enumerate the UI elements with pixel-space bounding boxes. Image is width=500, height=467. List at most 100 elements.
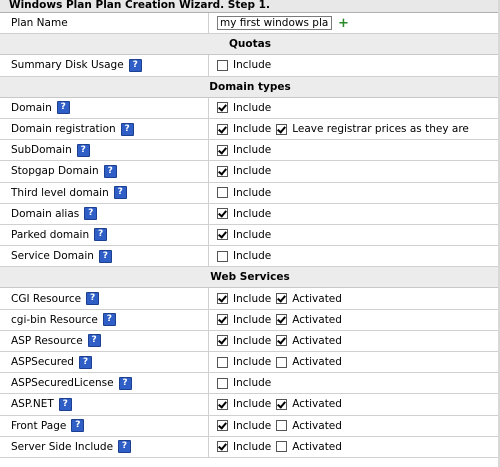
include-label: Include: [233, 165, 272, 178]
resource-label-cell: Domain?: [0, 97, 209, 118]
resource-value-cell: Include Leave registrar prices as they ar…: [209, 119, 500, 139]
include-label: Include: [233, 334, 272, 347]
include-checkbox[interactable]: [217, 356, 228, 368]
resource-label: Server Side Include: [11, 440, 114, 453]
include-checkbox[interactable]: [217, 187, 228, 199]
help-icon[interactable]: ?: [120, 122, 134, 136]
include-label: Include: [233, 228, 272, 241]
plus-icon[interactable]: +: [338, 16, 349, 31]
resource-value-cell: Include: [209, 55, 500, 75]
resource-label: cgi-bin Resource: [11, 313, 98, 326]
resource-row-server-side-include: Server Side Include? Include Activated: [0, 436, 500, 458]
include-label: Include: [233, 377, 272, 390]
plan-wizard: Windows Plan Plan Creation Wizard. Step …: [0, 0, 500, 467]
activated-label: Activated: [292, 356, 342, 369]
web-rows: CGI Resource? Include Activated cgi-bin Res…: [0, 288, 500, 458]
include-checkbox[interactable]: [217, 144, 228, 156]
help-icon[interactable]: ?: [128, 58, 142, 72]
resource-label: Domain: [11, 101, 52, 114]
resource-label-cell: Domain alias?: [0, 203, 209, 224]
section-quotas: Quotas: [0, 34, 500, 56]
help-icon[interactable]: ?: [86, 292, 100, 306]
include-checkbox[interactable]: [217, 335, 228, 347]
resource-label-cell: SubDomain?: [0, 140, 209, 161]
resource-row-subdomain: SubDomain? Include: [0, 140, 500, 162]
resource-label: ASPSecured: [11, 356, 74, 369]
leave-registrar-prices-label: Leave registrar prices as they are: [292, 123, 469, 136]
resource-label-cell: Summary Disk Usage?: [0, 55, 209, 76]
resource-label-cell: Parked domain?: [0, 224, 209, 246]
include-checkbox[interactable]: [217, 314, 228, 326]
include-checkbox[interactable]: [217, 420, 228, 432]
help-icon[interactable]: ?: [71, 419, 85, 433]
help-icon[interactable]: ?: [102, 313, 116, 327]
resource-label: ASP Resource: [11, 334, 83, 347]
resource-value-cell: Include Activated: [209, 416, 500, 436]
resource-label: Front Page: [11, 419, 67, 432]
resource-label: CGI Resource: [11, 292, 82, 305]
help-icon[interactable]: ?: [103, 164, 117, 178]
resource-label-cell: Third level domain?: [0, 182, 209, 203]
help-icon[interactable]: ?: [78, 355, 92, 369]
resource-label-cell: Domain registration?: [0, 118, 209, 140]
include-label: Include: [233, 313, 272, 326]
activated-label: Activated: [292, 292, 342, 305]
help-icon[interactable]: ?: [58, 397, 72, 411]
include-checkbox[interactable]: [217, 59, 228, 71]
help-icon[interactable]: ?: [84, 207, 98, 221]
section-web-services: Web Services: [0, 267, 500, 289]
resource-label-cell: CGI Resource?: [0, 288, 209, 309]
resource-row-cgi-bin-resource: cgi-bin Resource? Include Activated: [0, 309, 500, 331]
help-icon[interactable]: ?: [113, 186, 127, 200]
resource-row-domain-alias: Domain alias? Include: [0, 203, 500, 225]
resource-label: Parked domain: [11, 228, 90, 241]
domain-rows: Domain? Include Domain registration? Includ…: [0, 97, 500, 268]
plan-name-input[interactable]: [217, 16, 332, 31]
resource-label: SubDomain: [11, 144, 72, 157]
activated-label: Activated: [292, 398, 342, 411]
activated-checkbox[interactable]: [276, 441, 288, 453]
quota-rows: Summary Disk Usage? Include: [0, 55, 500, 77]
resource-row-asp-net: ASP.NET? Include Activated: [0, 394, 500, 416]
include-checkbox[interactable]: [217, 208, 228, 220]
resource-value-cell: Include Activated: [209, 331, 500, 351]
resource-label: Domain alias: [11, 207, 80, 220]
help-icon[interactable]: ?: [87, 334, 101, 348]
include-checkbox[interactable]: [217, 165, 228, 177]
include-checkbox[interactable]: [217, 250, 228, 262]
activated-checkbox[interactable]: [276, 398, 288, 410]
include-checkbox[interactable]: [217, 441, 228, 453]
include-label: Include: [233, 419, 272, 432]
include-checkbox[interactable]: [217, 398, 228, 410]
help-icon[interactable]: ?: [118, 376, 132, 390]
include-checkbox[interactable]: [217, 123, 228, 135]
help-icon[interactable]: ?: [94, 228, 108, 242]
wizard-title: Windows Plan Plan Creation Wizard. Step …: [0, 0, 500, 13]
resource-row-cgi-resource: CGI Resource? Include Activated: [0, 288, 500, 310]
include-checkbox[interactable]: [217, 293, 228, 305]
help-icon[interactable]: ?: [56, 101, 70, 115]
activated-checkbox[interactable]: [276, 420, 288, 432]
resource-row-domain: Domain? Include: [0, 97, 500, 119]
resource-row-parked-domain: Parked domain? Include: [0, 224, 500, 247]
activated-checkbox[interactable]: [276, 293, 288, 305]
resource-value-cell: Include: [209, 204, 500, 224]
resource-label: Domain registration: [11, 123, 116, 136]
resource-row-aspsecured: ASPSecured? Include Activated: [0, 352, 500, 374]
activated-label: Activated: [292, 419, 342, 432]
include-label: Include: [233, 440, 272, 453]
resource-value-cell: Include: [209, 161, 500, 181]
include-checkbox[interactable]: [217, 229, 228, 241]
include-checkbox[interactable]: [217, 377, 228, 389]
help-icon[interactable]: ?: [98, 249, 112, 263]
activated-checkbox[interactable]: [276, 314, 288, 326]
activated-label: Activated: [292, 313, 342, 326]
resource-label-cell: Front Page?: [0, 415, 209, 436]
help-icon[interactable]: ?: [118, 440, 132, 454]
activated-checkbox[interactable]: [276, 356, 288, 368]
include-label: Include: [233, 292, 272, 305]
leave-registrar-prices-checkbox[interactable]: [276, 123, 288, 135]
activated-checkbox[interactable]: [276, 335, 288, 347]
help-icon[interactable]: ?: [76, 143, 90, 157]
include-checkbox[interactable]: [217, 102, 228, 114]
